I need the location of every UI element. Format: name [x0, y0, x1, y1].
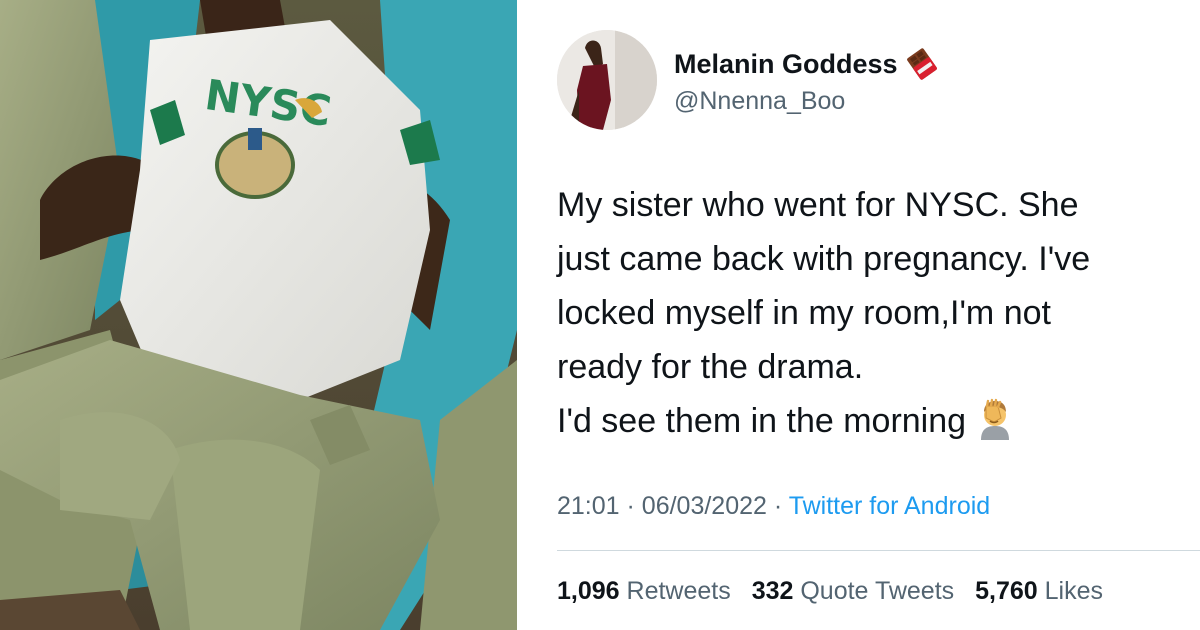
tweet-line: ready for the drama. [557, 348, 864, 386]
quote-tweets-stat[interactable]: 332 Quote Tweets [752, 577, 954, 605]
tweet-card-image: NYSC Melanin Goddess @Nnenna_Boo My sist… [0, 0, 1200, 630]
display-name[interactable]: Melanin Goddess [674, 49, 898, 80]
likes-label: Likes [1044, 577, 1103, 605]
image-gutter [517, 0, 539, 630]
tweet-stats: 1,096 Retweets 332 Quote Tweets 5,760 Li… [557, 577, 1117, 606]
divider [557, 550, 1200, 551]
likes-count: 5,760 [975, 577, 1038, 605]
tweet-line: locked myself in my room,I'm not [557, 294, 1051, 332]
tweet-source-link[interactable]: Twitter for Android [789, 492, 990, 520]
name-row: Melanin Goddess [674, 46, 938, 82]
tweet-panel: Melanin Goddess @Nnenna_Boo My sister wh… [539, 0, 1200, 630]
chocolate-bar-icon [906, 48, 938, 80]
retweets-count: 1,096 [557, 577, 620, 605]
tweet-line: My sister who went for NYSC. She [557, 186, 1079, 224]
tweet-line-text: I'd see them in the morning [557, 402, 967, 440]
nysc-photo: NYSC [0, 0, 517, 630]
tweet-text: My sister who went for NYSC. She just ca… [557, 178, 1200, 448]
tweet-date[interactable]: 06/03/2022 [642, 492, 767, 520]
retweets-stat[interactable]: 1,096 Retweets [557, 577, 731, 605]
tweet-time[interactable]: 21:01 [557, 492, 620, 520]
meta-separator: · [773, 492, 783, 520]
tweet-meta: 21:01 · 06/03/2022 · Twitter for Android [557, 492, 990, 521]
tweet-line: just came back with pregnancy. I've [557, 240, 1091, 278]
likes-stat[interactable]: 5,760 Likes [975, 577, 1103, 605]
meta-separator: · [626, 492, 635, 520]
quote-tweets-label: Quote Tweets [800, 577, 955, 605]
retweets-label: Retweets [626, 577, 731, 605]
avatar[interactable] [557, 30, 657, 130]
user-handle[interactable]: @Nnenna_Boo [674, 87, 845, 116]
facepalm-icon [974, 398, 1016, 440]
quote-tweets-count: 332 [751, 577, 794, 605]
tweet-line-last: I'd see them in the morning [557, 394, 1200, 448]
